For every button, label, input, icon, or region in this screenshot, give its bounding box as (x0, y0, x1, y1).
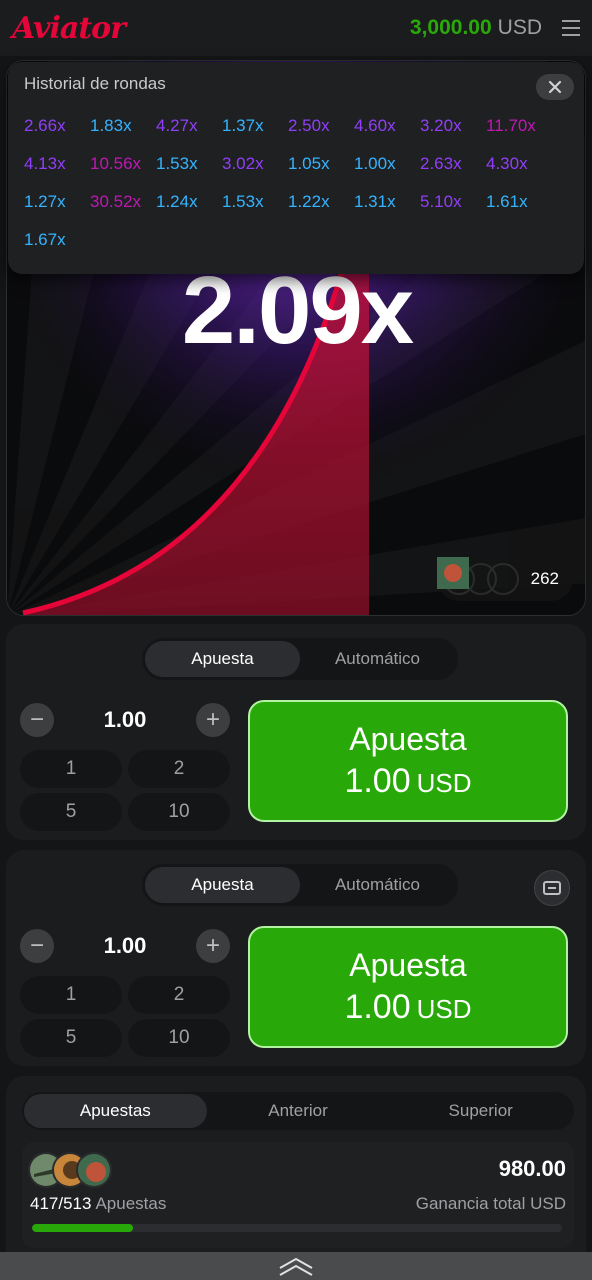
total-win-label: Ganancia total USD (415, 1194, 566, 1213)
history-multiplier[interactable]: 1.67x (24, 230, 90, 250)
bet-button-currency: USD (416, 994, 472, 1024)
balance-amount: 3,000.00 (409, 16, 492, 39)
bets-list-panel: Apuestas Anterior Superior 417/513 Apuest… (6, 1076, 586, 1252)
quick-amount-button[interactable]: 1 (20, 976, 122, 1014)
bets-summary: 417/513 Apuestas 980.00 Ganancia total US… (22, 1142, 574, 1248)
bet-amount-stepper: − 1.00 + (20, 926, 230, 966)
history-multiplier[interactable]: 1.53x (222, 192, 288, 212)
round-history-title: Historial de rondas (24, 74, 166, 93)
minus-square-icon (543, 881, 561, 895)
history-multiplier[interactable]: 4.13x (24, 154, 90, 174)
increase-amount-button[interactable]: + (196, 929, 230, 963)
bets-progress-fill (32, 1224, 133, 1232)
bet-mode-tabs: Apuesta Automático (142, 638, 458, 680)
quick-amount-button[interactable]: 10 (128, 1019, 230, 1057)
history-multiplier[interactable]: 1.83x (90, 116, 156, 136)
avatar (436, 557, 519, 595)
balance-currency: USD (497, 16, 542, 39)
history-multiplier[interactable]: 1.37x (222, 116, 288, 136)
bet-amount-value[interactable]: 1.00 (54, 933, 196, 959)
history-multiplier[interactable]: 10.56x (90, 154, 156, 174)
bet-amount-value[interactable]: 1.00 (54, 707, 196, 733)
history-multiplier[interactable]: 4.60x (354, 116, 420, 136)
top-bar: Aviator 3,000.00 USD (0, 0, 592, 56)
history-multiplier[interactable]: 4.27x (156, 116, 222, 136)
bet-button-amount: 1.00 (344, 988, 411, 1026)
hamburger-menu-icon[interactable] (562, 20, 580, 36)
bet-button-currency: USD (416, 768, 472, 798)
bet-amount-stepper: − 1.00 + (20, 700, 230, 740)
bets-count-value: 417/513 (30, 1194, 92, 1213)
history-multiplier[interactable]: 1.00x (354, 154, 420, 174)
close-history-button[interactable] (536, 74, 574, 100)
quick-amount-button[interactable]: 5 (20, 793, 122, 831)
decrease-amount-button[interactable]: − (20, 929, 54, 963)
increase-amount-button[interactable]: + (196, 703, 230, 737)
history-multiplier[interactable]: 1.53x (156, 154, 222, 174)
history-multiplier[interactable]: 30.52x (90, 192, 156, 212)
history-multiplier[interactable]: 1.24x (156, 192, 222, 212)
quick-amount-button[interactable]: 5 (20, 1019, 122, 1057)
history-multiplier[interactable]: 2.63x (420, 154, 486, 174)
tab-top[interactable]: Superior (389, 1094, 572, 1128)
bets-progress-bar (32, 1224, 562, 1232)
remove-panel-button[interactable] (534, 870, 570, 906)
tab-auto[interactable]: Automático (300, 641, 455, 677)
close-icon (548, 80, 562, 94)
history-multiplier[interactable]: 11.70x (486, 116, 552, 136)
history-list: 2.66x 1.83x 4.27x 1.37x 2.50x 4.60x 3.20x 11.70… (24, 116, 568, 250)
chevron-up-double-icon (279, 1257, 313, 1276)
history-multiplier[interactable]: 4.30x (486, 154, 552, 174)
quick-amount-button[interactable]: 1 (20, 750, 122, 788)
bets-count: 417/513 Apuestas (30, 1194, 166, 1214)
history-multiplier[interactable]: 1.05x (288, 154, 354, 174)
bet-button-label: Apuesta (349, 947, 467, 983)
quick-amount-button[interactable]: 2 (128, 976, 230, 1014)
place-bet-button[interactable]: Apuesta 1.00 USD (248, 700, 568, 822)
history-multiplier[interactable]: 2.66x (24, 116, 90, 136)
total-win-amount: 980.00 (498, 1156, 566, 1181)
tab-all-bets[interactable]: Apuestas (24, 1094, 207, 1128)
expand-bar[interactable] (0, 1252, 592, 1280)
history-multiplier[interactable]: 2.50x (288, 116, 354, 136)
bet-mode-tabs: Apuesta Automático (142, 864, 458, 906)
avatar (76, 1152, 112, 1188)
history-multiplier[interactable]: 1.31x (354, 192, 420, 212)
bet-panel-1: Apuesta Automático − 1.00 + 1 2 5 10 Apu… (6, 624, 586, 840)
quick-amounts: 1 2 5 10 (20, 750, 232, 831)
bets-list-tabs: Apuestas Anterior Superior (22, 1092, 574, 1130)
decrease-amount-button[interactable]: − (20, 703, 54, 737)
tab-bet[interactable]: Apuesta (145, 641, 300, 677)
summary-avatars (28, 1152, 112, 1188)
place-bet-button[interactable]: Apuesta 1.00 USD (248, 926, 568, 1048)
quick-amount-button[interactable]: 2 (128, 750, 230, 788)
tab-previous[interactable]: Anterior (207, 1094, 390, 1128)
tab-bet[interactable]: Apuesta (145, 867, 300, 903)
players-count: 262 (530, 569, 559, 588)
aviator-logo: Aviator (12, 10, 126, 46)
bet-button-amount: 1.00 (344, 762, 411, 800)
round-history-panel: Historial de rondas 2.66x 1.83x 4.27x 1.37x… (8, 62, 584, 274)
players-online: 262 (436, 557, 573, 601)
history-multiplier[interactable]: 1.27x (24, 192, 90, 212)
history-multiplier[interactable]: 1.61x (486, 192, 552, 212)
bets-count-label: Apuestas (95, 1194, 167, 1213)
history-multiplier[interactable]: 5.10x (420, 192, 486, 212)
quick-amounts: 1 2 5 10 (20, 976, 232, 1057)
bet-panel-2: Apuesta Automático − 1.00 + 1 2 5 10 Apu… (6, 850, 586, 1066)
tab-auto[interactable]: Automático (300, 867, 455, 903)
history-multiplier[interactable]: 3.02x (222, 154, 288, 174)
quick-amount-button[interactable]: 10 (128, 793, 230, 831)
bet-button-label: Apuesta (349, 721, 467, 757)
history-multiplier[interactable]: 1.22x (288, 192, 354, 212)
history-multiplier[interactable]: 3.20x (420, 116, 486, 136)
